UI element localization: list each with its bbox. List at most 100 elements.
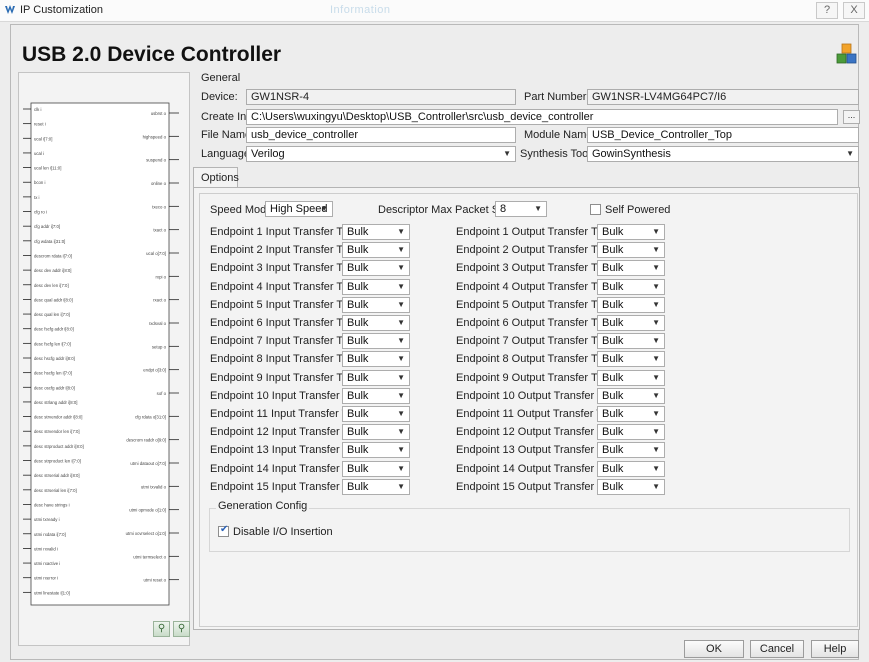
endpoint-input-select[interactable]: Bulk ▼ (342, 406, 410, 422)
chevron-down-icon: ▼ (320, 204, 328, 213)
endpoint-output-label: Endpoint 7 Output Transfer Type: (456, 335, 618, 347)
endpoint-output-value: Bulk (602, 444, 624, 456)
endpoint-input-value: Bulk (347, 262, 369, 274)
close-window-button[interactable]: X (843, 2, 865, 19)
endpoint-output-label: Endpoint 2 Output Transfer Type: (456, 244, 618, 256)
input-port-label: desc strproduct len i[7:0] (34, 459, 81, 464)
help-button[interactable]: Help (811, 640, 859, 658)
language-select[interactable]: Verilog ▼ (246, 146, 516, 162)
chevron-down-icon: ▼ (397, 263, 405, 272)
endpoint-input-select[interactable]: Bulk ▼ (342, 461, 410, 477)
input-port-label: cfg wdata i[31:0] (34, 239, 65, 244)
endpoint-input-select[interactable]: Bulk ▼ (342, 224, 410, 240)
output-port-label: endpt o[3:0] (143, 368, 166, 373)
ip-diagram-panel: clk i reset i ucal i[7:0] ucal i ucal len i[… (18, 72, 190, 646)
endpoint-input-select[interactable]: Bulk ▼ (342, 442, 410, 458)
endpoint-output-select[interactable]: Bulk ▼ (597, 297, 665, 313)
chevron-down-icon: ▼ (652, 391, 660, 400)
endpoint-input-value: Bulk (347, 426, 369, 438)
input-port-label: reset i (34, 122, 46, 127)
endpoint-output-value: Bulk (602, 335, 624, 347)
tab-options[interactable]: Options (193, 167, 239, 188)
endpoint-output-select[interactable]: Bulk ▼ (597, 315, 665, 331)
self-powered-checkbox[interactable] (590, 204, 601, 215)
endpoint-output-select[interactable]: Bulk ▼ (597, 333, 665, 349)
input-port-label: descrom rdata i[7:0] (34, 253, 72, 258)
input-port-label: cfg addr i[7:0] (34, 224, 60, 229)
endpoint-input-select[interactable]: Bulk ▼ (342, 479, 410, 495)
endpoint-output-value: Bulk (602, 317, 624, 329)
endpoint-output-select[interactable]: Bulk ▼ (597, 479, 665, 495)
self-powered-label: Self Powered (605, 204, 671, 216)
ip-cubes-icon (836, 43, 857, 64)
input-port-label: desc strvendor len i[7:0] (34, 429, 80, 434)
input-port-label: desc dev addr i[8:0] (34, 268, 72, 273)
output-port-label: txeco o (152, 204, 166, 209)
max-packet-size-select[interactable]: 8 ▼ (495, 201, 547, 217)
ip-block (30, 102, 170, 606)
part-number-label: Part Number: (524, 91, 590, 103)
cancel-button[interactable]: Cancel (750, 640, 804, 658)
endpoint-input-label: Endpoint 1 Input Transfer Type: (210, 226, 364, 238)
output-port-label: ucal o[7:0] (146, 251, 166, 256)
file-name-field[interactable]: usb_device_controller (246, 127, 516, 143)
endpoint-output-select[interactable]: Bulk ▼ (597, 351, 665, 367)
create-in-label: Create In: (201, 111, 250, 123)
information-title: Information (330, 4, 391, 16)
input-port-label: desc fscfg len i[7:0] (34, 341, 71, 346)
chevron-down-icon: ▼ (652, 282, 660, 291)
endpoint-output-label: Endpoint 1 Output Transfer Type: (456, 226, 618, 238)
endpoint-input-select[interactable]: Bulk ▼ (342, 315, 410, 331)
endpoint-output-select[interactable]: Bulk ▼ (597, 461, 665, 477)
endpoint-output-select[interactable]: Bulk ▼ (597, 406, 665, 422)
endpoint-input-select[interactable]: Bulk ▼ (342, 388, 410, 404)
chevron-down-icon: ▼ (397, 391, 405, 400)
endpoint-input-select[interactable]: Bulk ▼ (342, 333, 410, 349)
browse-button[interactable]: ... (843, 110, 860, 124)
endpoint-input-select[interactable]: Bulk ▼ (342, 424, 410, 440)
endpoint-input-select[interactable]: Bulk ▼ (342, 242, 410, 258)
endpoint-output-select[interactable]: Bulk ▼ (597, 370, 665, 386)
endpoint-input-select[interactable]: Bulk ▼ (342, 279, 410, 295)
endpoint-input-value: Bulk (347, 372, 369, 384)
chevron-down-icon: ▼ (652, 409, 660, 418)
endpoint-output-select[interactable]: Bulk ▼ (597, 442, 665, 458)
endpoint-input-select[interactable]: Bulk ▼ (342, 370, 410, 386)
endpoint-output-label: Endpoint 8 Output Transfer Type: (456, 353, 618, 365)
endpoint-input-select[interactable]: Bulk ▼ (342, 351, 410, 367)
endpoint-output-select[interactable]: Bulk ▼ (597, 388, 665, 404)
input-port-label: cfg ro i (34, 210, 47, 215)
output-port-label: utmi termselect o (133, 554, 166, 559)
module-name-field[interactable]: USB_Device_Controller_Top (587, 127, 859, 143)
endpoint-input-value: Bulk (347, 299, 369, 311)
endpoint-output-select[interactable]: Bulk ▼ (597, 260, 665, 276)
endpoint-output-select[interactable]: Bulk ▼ (597, 424, 665, 440)
endpoint-output-value: Bulk (602, 299, 624, 311)
endpoint-input-select[interactable]: Bulk ▼ (342, 297, 410, 313)
input-port-label: utmi txready i (34, 517, 60, 522)
disable-io-checkbox[interactable]: ✔ (218, 524, 229, 537)
ok-button[interactable]: OK (684, 640, 744, 658)
chevron-down-icon: ▼ (652, 373, 660, 382)
speed-mode-select[interactable]: High Speed ▼ (265, 201, 333, 217)
chevron-down-icon: ▼ (652, 227, 660, 236)
chevron-down-icon: ▼ (397, 318, 405, 327)
device-field[interactable]: GW1NSR-4 (246, 89, 516, 105)
endpoint-output-label: Endpoint 9 Output Transfer Type: (456, 372, 618, 384)
endpoint-output-select[interactable]: Bulk ▼ (597, 279, 665, 295)
help-title-button[interactable]: ? (816, 2, 838, 19)
chevron-down-icon: ▼ (652, 354, 660, 363)
endpoint-input-select[interactable]: Bulk ▼ (342, 260, 410, 276)
module-name-label: Module Name: (524, 129, 596, 141)
input-port-label: bcon i (34, 180, 46, 185)
endpoint-output-select[interactable]: Bulk ▼ (597, 242, 665, 258)
part-number-field[interactable]: GW1NSR-LV4MG64PC7/I6 (587, 89, 859, 105)
endpoint-output-value: Bulk (602, 390, 624, 402)
zoom-out-icon[interactable]: ⚲ (153, 621, 170, 637)
synthesis-tool-select[interactable]: GowinSynthesis ▼ (587, 146, 859, 162)
zoom-in-icon[interactable]: ⚲ (173, 621, 190, 637)
endpoint-output-select[interactable]: Bulk ▼ (597, 224, 665, 240)
endpoint-output-label: Endpoint 4 Output Transfer Type: (456, 281, 618, 293)
chevron-down-icon: ▼ (652, 263, 660, 272)
create-in-field[interactable]: C:\Users\wuxingyu\Desktop\USB_Controller… (246, 109, 838, 125)
